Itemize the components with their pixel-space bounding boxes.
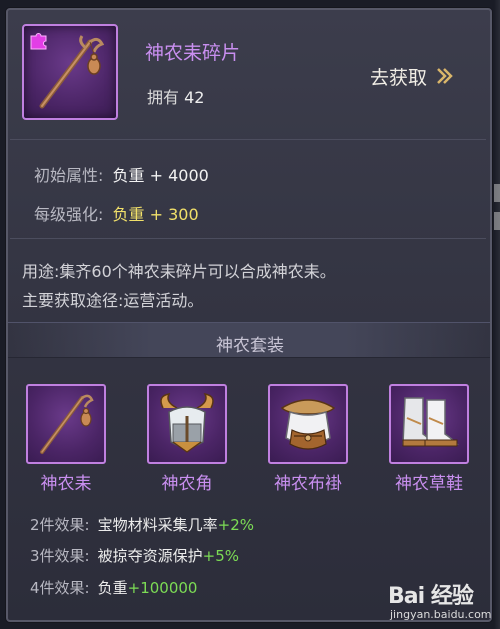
horned-helmet-icon [160, 393, 214, 453]
owned-count: 拥有 42 [147, 84, 204, 108]
owned-label: 拥有 [147, 88, 180, 107]
background-edge-mark [494, 184, 500, 202]
set-item-helmet[interactable] [147, 384, 227, 464]
set-item-boots-name: 神农草鞋 [395, 474, 463, 494]
source-text: 主要获取途径:运营活动。 [22, 291, 204, 310]
background-edge-mark [494, 212, 500, 230]
set-effect-text: 宝物材料采集几率 [97, 516, 218, 534]
level-attribute: 每级强化: 负重 + 300 [34, 201, 199, 225]
set-effect-label: 2件效果: [30, 516, 90, 534]
watermark-url: jingyan.baidu.com [390, 608, 492, 621]
double-chevron-right-icon [437, 68, 453, 84]
set-item-robe[interactable] [268, 384, 348, 464]
set-effect-text: 负重 [97, 579, 128, 597]
set-item-staff[interactable] [26, 384, 106, 464]
robe-armor-icon [280, 399, 336, 450]
set-item-staff-name: 神农耒 [40, 474, 92, 494]
divider [10, 238, 486, 239]
divider [10, 139, 486, 140]
set-effect-text: 被掠夺资源保护 [97, 547, 203, 565]
boots-icon [402, 397, 459, 447]
set-effect-2: 2件效果: 宝物材料采集几率+2% [30, 514, 254, 535]
owned-number: 42 [184, 88, 205, 107]
base-attribute-value: 负重 + 4000 [112, 166, 209, 185]
get-more-button[interactable]: 去获取 [370, 62, 453, 90]
level-attribute-value: 负重 + 300 [112, 205, 199, 224]
watermark-logo-text: Bai 经验 [388, 584, 474, 609]
set-effect-bonus: +2% [217, 516, 254, 534]
item-icon-frame [22, 24, 118, 120]
set-effect-label: 3件效果: [30, 547, 90, 565]
set-effect-bonus: +100000 [127, 579, 198, 597]
usage-text: 用途:集齐60个神农耒碎片可以合成神农耒。 [22, 262, 336, 281]
base-attribute: 初始属性: 负重 + 4000 [34, 162, 209, 186]
set-effect-bonus: +5% [202, 547, 239, 565]
staff-fragment-icon [39, 35, 105, 109]
level-attribute-label: 每级强化: [34, 205, 104, 224]
set-title: 神农套装 [216, 336, 284, 356]
get-more-label: 去获取 [370, 66, 428, 89]
set-item-helmet-name: 神农角 [161, 474, 213, 494]
baidu-watermark: Bai 经验 jingyan.baidu.com [388, 578, 498, 622]
set-effect-4: 4件效果: 负重+100000 [30, 577, 197, 598]
base-attribute-label: 初始属性: [34, 166, 104, 185]
set-effect-3: 3件效果: 被掠夺资源保护+5% [30, 545, 239, 566]
staff-icon [40, 394, 94, 454]
set-item-boots[interactable] [389, 384, 469, 464]
background-edge [494, 0, 500, 629]
set-effect-label: 4件效果: [30, 579, 90, 597]
item-name: 神农耒碎片 [145, 42, 241, 64]
set-item-robe-name: 神农布褂 [274, 474, 342, 494]
